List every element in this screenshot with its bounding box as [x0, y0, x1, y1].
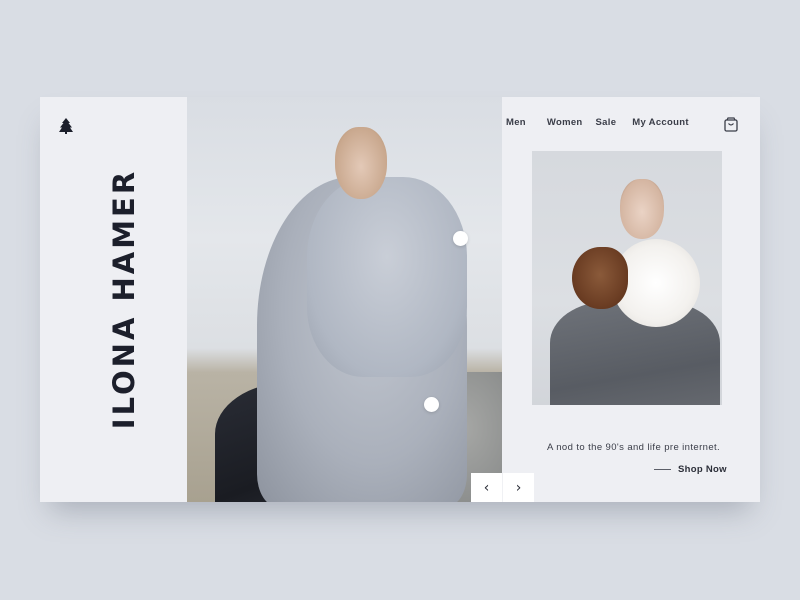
- tree-icon[interactable]: [59, 118, 73, 134]
- feature-tagline: A nod to the 90's and life pre internet.: [547, 442, 721, 453]
- shop-now-link[interactable]: Shop Now: [654, 464, 727, 475]
- chevron-right-icon: ›: [515, 479, 522, 496]
- shop-now-label: Shop Now: [678, 464, 727, 475]
- feature-image[interactable]: [532, 151, 722, 405]
- nav-item-men[interactable]: Men: [506, 117, 526, 128]
- prev-slide-button[interactable]: ‹: [471, 473, 502, 502]
- nav-item-women[interactable]: Women: [547, 117, 583, 128]
- landing-card: ILONA HAMER ‹ › Men Women Sale My Accoun…: [40, 97, 760, 502]
- shopping-bag-icon[interactable]: [724, 117, 738, 132]
- product-hotspot-scarf[interactable]: [453, 231, 468, 246]
- slider-controls: ‹ ›: [471, 473, 534, 502]
- chevron-left-icon: ‹: [483, 479, 490, 496]
- nav-item-sale[interactable]: Sale: [596, 117, 617, 128]
- next-slide-button[interactable]: ›: [502, 473, 534, 502]
- hero-figure-scarf: [307, 177, 467, 377]
- nav-item-my-account[interactable]: My Account: [632, 117, 688, 128]
- feature-figure-fur-brown: [572, 247, 628, 309]
- shop-now-dash: [654, 469, 671, 470]
- hero-figure-head: [335, 127, 387, 199]
- brand-name: ILONA HAMER: [107, 168, 141, 430]
- hero-image: [187, 97, 502, 502]
- product-hotspot-coat[interactable]: [424, 397, 439, 412]
- main-nav: Men Women Sale My Account: [506, 117, 689, 128]
- feature-figure-head: [620, 179, 664, 239]
- sidebar: ILONA HAMER: [40, 97, 187, 502]
